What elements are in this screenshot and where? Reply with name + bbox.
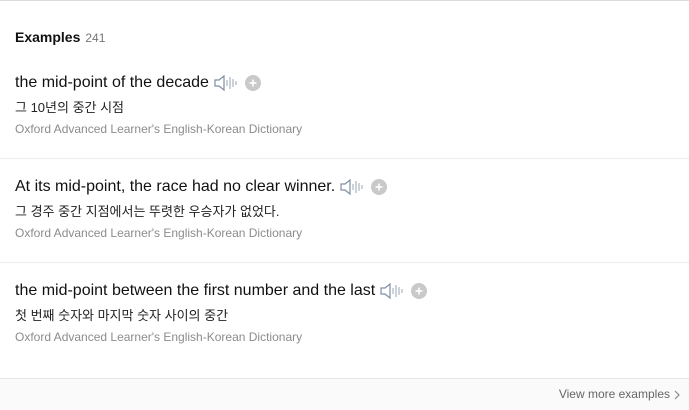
example-translation: 그 10년의 중간 시점 (15, 100, 125, 115)
example-translation: 그 경주 중간 지점에서는 뚜렷한 우승자가 없었다. (15, 204, 280, 219)
example-translation: 첫 번째 숫자와 마지막 숫자 사이의 중간 (15, 308, 229, 323)
top-border (0, 0, 689, 1)
example-source: Oxford Advanced Learner's English-Korean… (15, 122, 303, 136)
example-line: At its mid-point, the race had no clear … (15, 176, 388, 198)
example-source: Oxford Advanced Learner's English-Korean… (15, 226, 303, 240)
divider (0, 158, 689, 159)
add-icon[interactable] (411, 283, 428, 299)
example-source: Oxford Advanced Learner's English-Korean… (15, 330, 303, 344)
speaker-icon[interactable] (213, 73, 239, 93)
chevron-right-icon (673, 389, 681, 400)
add-icon[interactable] (244, 75, 261, 91)
view-more-label: View more examples (558, 387, 670, 401)
example-line: the mid-point of the decade (15, 72, 261, 94)
example-sentence: the mid-point between the first number a… (15, 282, 376, 299)
view-more-examples-link[interactable]: View more examples (559, 387, 681, 401)
speaker-icon[interactable] (379, 281, 405, 301)
example-sentence: the mid-point of the decade (15, 74, 209, 91)
examples-header: Examples 241 (15, 29, 105, 45)
bottom-bar: View more examples (0, 378, 689, 410)
divider (0, 262, 689, 263)
add-icon[interactable] (371, 179, 388, 195)
example-line: the mid-point between the first number a… (15, 280, 428, 302)
examples-count: 241 (85, 31, 106, 45)
examples-title: Examples (15, 29, 81, 45)
example-sentence: At its mid-point, the race had no clear … (15, 178, 336, 195)
speaker-icon[interactable] (339, 177, 365, 197)
